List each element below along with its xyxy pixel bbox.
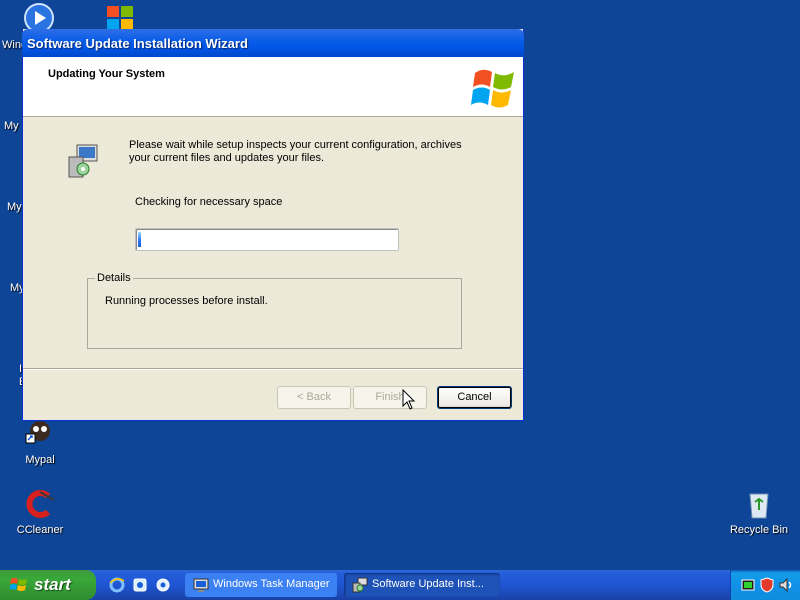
desktop-label-partial-3: My	[7, 201, 22, 213]
taskbar-item-label: Windows Task Manager	[213, 578, 330, 590]
system-tray	[730, 570, 800, 600]
mypal-icon	[24, 418, 56, 450]
desktop-label-partial-2: My	[4, 120, 19, 132]
recycle-bin-icon	[743, 488, 775, 520]
taskbar: start Windows Task Manager Software Upda…	[0, 570, 800, 600]
wizard-status: Checking for necessary space	[135, 196, 283, 208]
show-desktop-icon[interactable]	[155, 577, 171, 593]
taskbar-item-label: Software Update Inst...	[372, 578, 484, 590]
button-separator	[23, 368, 523, 370]
windows-xp-logo-icon	[471, 69, 514, 108]
details-legend: Details	[95, 272, 133, 284]
desktop-icon-label: Mypal	[25, 454, 55, 466]
desktop-icon-ccleaner[interactable]: CCleaner	[8, 488, 72, 536]
media-quicklaunch-icon[interactable]	[132, 577, 148, 593]
task-manager-icon	[193, 578, 209, 592]
taskbar-item-task-manager[interactable]: Windows Task Manager	[185, 573, 337, 597]
start-label: start	[34, 575, 71, 594]
setup-computer-icon	[68, 144, 98, 178]
taskbar-item-software-update[interactable]: Software Update Inst...	[344, 573, 500, 597]
progress-bar	[135, 228, 399, 251]
internet-explorer-icon[interactable]	[109, 577, 125, 593]
installer-window: Software Update Installation Wizard Upda…	[22, 29, 524, 421]
wizard-header-title: Updating Your System	[48, 68, 165, 80]
back-button[interactable]: < Back	[277, 386, 351, 409]
ccleaner-icon	[24, 488, 56, 520]
details-group: Details Running processes before install…	[87, 272, 462, 349]
security-icon[interactable]	[759, 577, 775, 593]
desktop-icon-recycle-bin[interactable]: Recycle Bin	[727, 488, 791, 536]
cancel-button[interactable]: Cancel	[437, 386, 512, 409]
setup-small-icon	[352, 577, 368, 593]
desktop-icon-mypal[interactable]: Mypal	[8, 418, 72, 466]
network-monitor-icon[interactable]	[740, 577, 756, 593]
wizard-description: Please wait while setup inspects your cu…	[129, 139, 462, 164]
window-title[interactable]: Software Update Installation Wizard	[22, 29, 524, 57]
desktop-icon-label: CCleaner	[16, 524, 64, 536]
progress-fill	[138, 232, 141, 247]
desktop-icon-label: Recycle Bin	[729, 524, 789, 536]
wizard-header: Updating Your System	[23, 57, 523, 117]
start-button[interactable]: start	[0, 570, 96, 600]
windows-flag-icon	[10, 578, 27, 591]
volume-icon[interactable]	[778, 577, 794, 593]
mouse-cursor-icon	[402, 389, 416, 410]
details-text: Running processes before install.	[105, 295, 268, 307]
